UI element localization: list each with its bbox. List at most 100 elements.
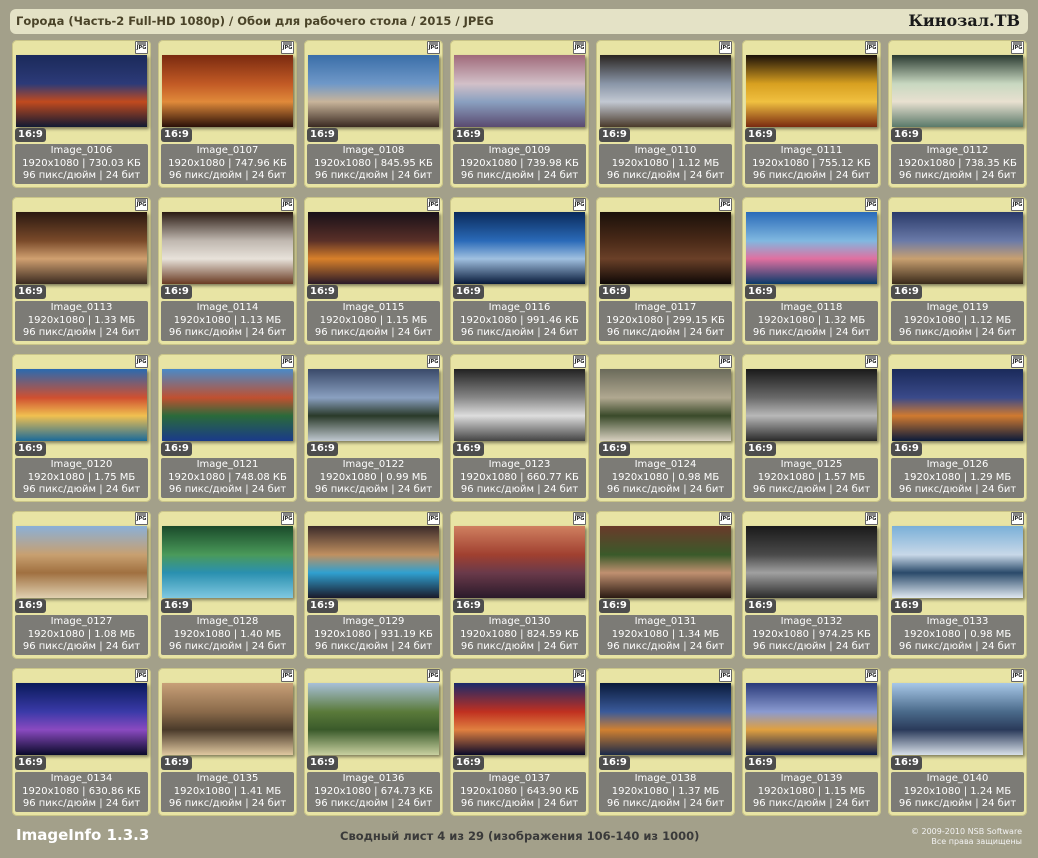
thumbnail-image[interactable] <box>162 212 293 284</box>
thumbnail-image[interactable] <box>746 212 877 284</box>
aspect-ratio-badge: 16:9 <box>891 599 922 613</box>
thumbnail-image[interactable] <box>162 526 293 598</box>
thumbnail-image[interactable] <box>892 55 1023 127</box>
thumbnail-card[interactable]: JPG 16:9 Image_0124 1920x1080 | 0.98 МБ 96 п… <box>596 354 735 502</box>
thumbnail-image[interactable] <box>892 212 1023 284</box>
thumbnail-image[interactable] <box>308 526 439 598</box>
thumbnail-card[interactable]: JPG 16:9 Image_0134 1920x1080 | 630.86 КБ 96… <box>12 668 151 816</box>
image-dpi-depth: 96 пикс/дюйм | 24 бит <box>22 798 141 809</box>
thumbnail-card[interactable]: JPG 16:9 Image_0136 1920x1080 | 674.73 КБ 96… <box>304 668 443 816</box>
thumbnail-card[interactable]: JPG 16:9 Image_0118 1920x1080 | 1.32 МБ 96 п… <box>742 197 881 345</box>
thumbnail-card[interactable]: JPG 16:9 Image_0125 1920x1080 | 1.57 МБ 96 п… <box>742 354 881 502</box>
thumbnail-image[interactable] <box>16 369 147 441</box>
thumbnail-image[interactable] <box>454 526 585 598</box>
thumbnail-card[interactable]: JPG 16:9 Image_0106 1920x1080 | 730.03 КБ 96… <box>12 40 151 188</box>
thumbnail-card[interactable]: JPG 16:9 Image_0120 1920x1080 | 1.75 МБ 96 п… <box>12 354 151 502</box>
image-resolution-size: 1920x1080 | 1.15 МБ <box>319 314 428 326</box>
thumbnail-image[interactable] <box>454 55 585 127</box>
thumbnail-image[interactable] <box>600 369 731 441</box>
thumbnail-card[interactable]: JPG 16:9 Image_0131 1920x1080 | 1.34 МБ 96 п… <box>596 511 735 659</box>
thumbnail-image[interactable] <box>600 526 731 598</box>
thumbnail-image[interactable] <box>892 526 1023 598</box>
thumbnail-image[interactable] <box>308 55 439 127</box>
aspect-ratio-badge: 16:9 <box>161 442 192 456</box>
image-dpi-depth: 96 пикс/дюйм | 24 бит <box>752 170 871 181</box>
image-name: Image_0133 <box>926 616 989 627</box>
image-resolution-size: 1920x1080 | 1.13 МБ <box>173 314 282 326</box>
image-dpi-depth: 96 пикс/дюйм | 24 бит <box>22 170 141 181</box>
thumbnail-image[interactable] <box>162 369 293 441</box>
thumbnail-image[interactable] <box>746 369 877 441</box>
thumbnail-card[interactable]: JPG 16:9 Image_0130 1920x1080 | 824.59 КБ 96… <box>450 511 589 659</box>
thumbnail-image[interactable] <box>454 212 585 284</box>
image-dpi-depth: 96 пикс/дюйм | 24 бит <box>460 484 579 495</box>
aspect-ratio-badge: 16:9 <box>599 756 630 770</box>
copyright-line: © 2009-2010 NSB Software <box>910 827 1022 836</box>
thumbnail-image[interactable] <box>16 526 147 598</box>
thumbnail-card[interactable]: JPG 16:9 Image_0107 1920x1080 | 747.96 КБ 96… <box>158 40 297 188</box>
thumbnail-card[interactable]: JPG 16:9 Image_0137 1920x1080 | 643.90 КБ 96… <box>450 668 589 816</box>
thumbnail-card[interactable]: JPG 16:9 Image_0135 1920x1080 | 1.41 МБ 96 п… <box>158 668 297 816</box>
thumbnail-card[interactable]: JPG 16:9 Image_0121 1920x1080 | 748.08 КБ 96… <box>158 354 297 502</box>
image-info: Image_0112 1920x1080 | 738.35 КБ 96 пикс/д… <box>891 144 1024 184</box>
thumbnail-card[interactable]: JPG 16:9 Image_0138 1920x1080 | 1.37 МБ 96 п… <box>596 668 735 816</box>
thumbnail-card[interactable]: JPG 16:9 Image_0112 1920x1080 | 738.35 КБ 96… <box>888 40 1027 188</box>
aspect-ratio-badge: 16:9 <box>891 128 922 142</box>
thumbnail-image[interactable] <box>600 55 731 127</box>
thumbnail-card[interactable]: JPG 16:9 Image_0128 1920x1080 | 1.40 МБ 96 п… <box>158 511 297 659</box>
image-info: Image_0122 1920x1080 | 0.99 МБ 96 пикс/дюй… <box>307 458 440 498</box>
thumbnail-image[interactable] <box>308 212 439 284</box>
thumbnail-card[interactable]: JPG 16:9 Image_0127 1920x1080 | 1.08 МБ 96 п… <box>12 511 151 659</box>
thumbnail-card[interactable]: JPG 16:9 Image_0108 1920x1080 | 845.95 КБ 96… <box>304 40 443 188</box>
image-dpi-depth: 96 пикс/дюйм | 24 бит <box>168 484 287 495</box>
thumbnail-card[interactable]: JPG 16:9 Image_0132 1920x1080 | 974.25 КБ 96… <box>742 511 881 659</box>
image-dpi-depth: 96 пикс/дюйм | 24 бит <box>752 798 871 809</box>
thumbnail-image[interactable] <box>162 55 293 127</box>
thumbnail-card[interactable]: JPG 16:9 Image_0111 1920x1080 | 755.12 КБ 96… <box>742 40 881 188</box>
thumbnail-card[interactable]: JPG 16:9 Image_0117 1920x1080 | 299.15 КБ 96… <box>596 197 735 345</box>
thumbnail-card[interactable]: JPG 16:9 Image_0116 1920x1080 | 991.46 КБ 96… <box>450 197 589 345</box>
thumbnail-image[interactable] <box>746 526 877 598</box>
thumbnail-card[interactable]: JPG 16:9 Image_0126 1920x1080 | 1.29 МБ 96 п… <box>888 354 1027 502</box>
thumbnail-card[interactable]: JPG 16:9 Image_0140 1920x1080 | 1.24 МБ 96 п… <box>888 668 1027 816</box>
thumbnail-image[interactable] <box>454 369 585 441</box>
thumbnail-image[interactable] <box>892 369 1023 441</box>
image-dpi-depth: 96 пикс/дюйм | 24 бит <box>752 484 871 495</box>
image-resolution-size: 1920x1080 | 1.40 МБ <box>173 628 282 640</box>
aspect-ratio-badge: 16:9 <box>745 442 776 456</box>
thumbnail-card[interactable]: JPG 16:9 Image_0119 1920x1080 | 1.12 МБ 96 п… <box>888 197 1027 345</box>
image-info: Image_0136 1920x1080 | 674.73 КБ 96 пикс/д… <box>307 772 440 812</box>
thumbnail-image[interactable] <box>308 683 439 755</box>
thumbnail-image[interactable] <box>16 683 147 755</box>
thumbnail-card[interactable]: JPG 16:9 Image_0133 1920x1080 | 0.98 МБ 96 п… <box>888 511 1027 659</box>
thumbnail-card[interactable]: JPG 16:9 Image_0113 1920x1080 | 1.33 МБ 96 п… <box>12 197 151 345</box>
aspect-ratio-badge: 16:9 <box>15 756 46 770</box>
image-info: Image_0126 1920x1080 | 1.29 МБ 96 пикс/дюй… <box>891 458 1024 498</box>
thumbnail-image[interactable] <box>454 683 585 755</box>
thumbnail-card[interactable]: JPG 16:9 Image_0114 1920x1080 | 1.13 МБ 96 п… <box>158 197 297 345</box>
thumbnail-image[interactable] <box>892 683 1023 755</box>
thumbnail-card[interactable]: JPG 16:9 Image_0115 1920x1080 | 1.15 МБ 96 п… <box>304 197 443 345</box>
thumbnail-image[interactable] <box>746 55 877 127</box>
image-resolution-size: 1920x1080 | 739.98 КБ <box>460 157 579 169</box>
thumbnail-card[interactable]: JPG 16:9 Image_0110 1920x1080 | 1.12 МБ 96 п… <box>596 40 735 188</box>
image-info: Image_0128 1920x1080 | 1.40 МБ 96 пикс/дюй… <box>161 615 294 655</box>
image-dpi-depth: 96 пикс/дюйм | 24 бит <box>314 798 433 809</box>
image-name: Image_0135 <box>196 773 259 784</box>
image-dpi-depth: 96 пикс/дюйм | 24 бит <box>606 484 725 495</box>
thumbnail-card[interactable]: JPG 16:9 Image_0122 1920x1080 | 0.99 МБ 96 п… <box>304 354 443 502</box>
thumbnail-card[interactable]: JPG 16:9 Image_0139 1920x1080 | 1.15 МБ 96 п… <box>742 668 881 816</box>
thumbnail-image[interactable] <box>308 369 439 441</box>
image-info: Image_0125 1920x1080 | 1.57 МБ 96 пикс/дюй… <box>745 458 878 498</box>
thumbnail-card[interactable]: JPG 16:9 Image_0129 1920x1080 | 931.19 КБ 96… <box>304 511 443 659</box>
thumbnail-image[interactable] <box>16 212 147 284</box>
thumbnail-image[interactable] <box>162 683 293 755</box>
thumbnail-image[interactable] <box>600 683 731 755</box>
thumbnail-card[interactable]: JPG 16:9 Image_0109 1920x1080 | 739.98 КБ 96… <box>450 40 589 188</box>
thumbnail-image[interactable] <box>600 212 731 284</box>
aspect-ratio-badge: 16:9 <box>453 756 484 770</box>
thumbnail-image[interactable] <box>746 683 877 755</box>
aspect-ratio-badge: 16:9 <box>599 599 630 613</box>
thumbnail-card[interactable]: JPG 16:9 Image_0123 1920x1080 | 660.77 КБ 96… <box>450 354 589 502</box>
thumbnail-image[interactable] <box>16 55 147 127</box>
